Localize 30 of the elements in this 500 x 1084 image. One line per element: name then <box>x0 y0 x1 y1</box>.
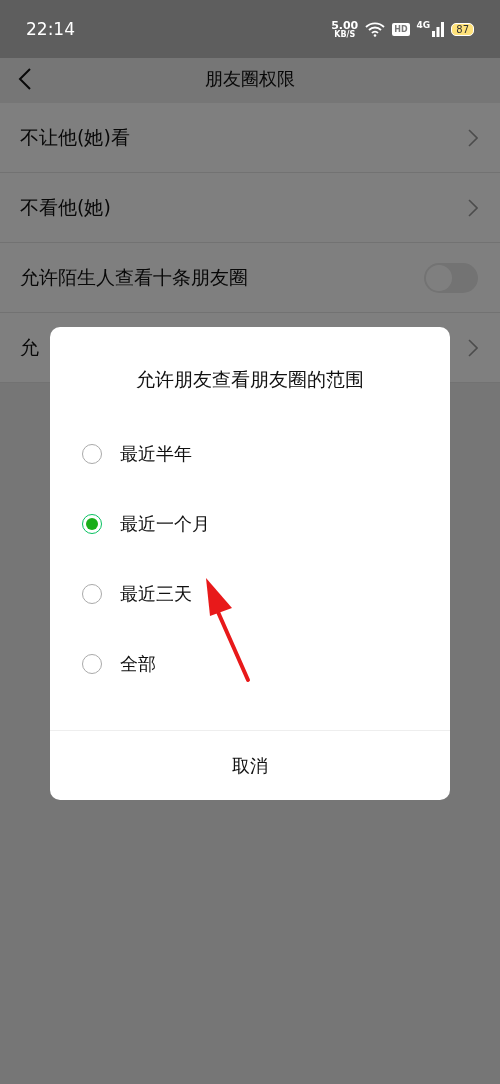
settings-row[interactable]: 不让他(她)看 <box>0 103 500 173</box>
wifi-icon <box>365 21 386 37</box>
chevron-icon <box>468 128 478 147</box>
option-label: 最近三天 <box>120 582 192 606</box>
back-icon[interactable] <box>18 67 32 91</box>
hd-badge: HD <box>392 22 410 36</box>
status-time: 22:14 <box>26 19 75 39</box>
radio-option[interactable]: 最近一个月 <box>50 489 450 559</box>
dialog-title: 允许朋友查看朋友圈的范围 <box>135 367 365 392</box>
network-speed: 5.00 <box>331 19 359 31</box>
row-label: 不让他(她)看 <box>20 124 130 150</box>
page-title: 朋友圈权限 <box>205 67 295 91</box>
radio-option[interactable]: 最近三天 <box>50 559 450 629</box>
network-speed-unit: KB/S <box>334 30 356 39</box>
row-label: 允许陌生人查看十条朋友圈 <box>20 264 248 290</box>
chevron-icon <box>468 338 478 357</box>
option-label: 最近半年 <box>120 442 192 466</box>
option-label: 全部 <box>120 652 156 676</box>
cancel-button[interactable]: 取消 <box>50 730 450 800</box>
radio-option[interactable]: 全部 <box>50 629 450 699</box>
row-label: 不看他(她) <box>20 194 111 220</box>
option-label: 最近一个月 <box>120 512 210 536</box>
signal-icon <box>432 21 445 37</box>
settings-row[interactable]: 允许陌生人查看十条朋友圈 <box>0 243 500 313</box>
battery-indicator: 87 <box>451 22 474 36</box>
settings-row[interactable]: 不看他(她) <box>0 173 500 243</box>
radio-option[interactable]: 最近半年 <box>50 419 450 489</box>
chevron-icon <box>468 198 478 217</box>
network-type: 4G <box>416 19 431 30</box>
row-label: 允 <box>20 334 39 360</box>
